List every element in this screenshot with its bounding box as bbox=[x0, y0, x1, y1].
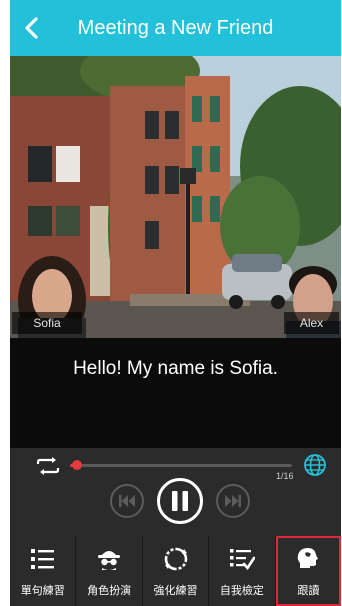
character-label-sofia: Sofia bbox=[12, 312, 82, 334]
spy-icon bbox=[98, 551, 121, 570]
header-bar: Meeting a New Friend bbox=[10, 0, 341, 56]
subtitle-panel: Hello! My name is Sofia. bbox=[10, 338, 341, 448]
tab-self-assessment[interactable]: 自我檢定 bbox=[209, 536, 276, 606]
tab-label: 跟讀 bbox=[297, 585, 320, 597]
progress-knob[interactable] bbox=[71, 460, 82, 470]
skip-next-icon bbox=[225, 495, 241, 507]
chevron-left-icon bbox=[25, 17, 38, 39]
globe-icon bbox=[304, 454, 326, 476]
tab-shadow-reading[interactable]: 跟讀 bbox=[275, 536, 341, 606]
repeat-button[interactable] bbox=[34, 456, 62, 476]
repeat-icon bbox=[36, 457, 60, 475]
tab-label: 強化練習 bbox=[153, 585, 198, 597]
character-label-alex: Alex bbox=[284, 312, 339, 334]
audio-player: 1/16 bbox=[10, 448, 341, 536]
tab-role-play[interactable]: 角色扮演 bbox=[76, 536, 143, 606]
tab-label: 角色扮演 bbox=[87, 585, 132, 597]
checklist-icon bbox=[229, 549, 255, 571]
speaking-head-icon bbox=[298, 548, 319, 568]
pause-button[interactable] bbox=[157, 478, 203, 524]
tab-intensive-practice[interactable]: 強化練習 bbox=[143, 536, 210, 606]
cycle-icon bbox=[164, 547, 187, 571]
page-counter: 1/16 bbox=[276, 471, 294, 481]
page-title: Meeting a New Friend bbox=[77, 16, 274, 39]
back-button[interactable] bbox=[14, 10, 50, 46]
tab-label: 自我檢定 bbox=[219, 585, 264, 597]
previous-button[interactable] bbox=[110, 484, 144, 518]
tab-label: 單句練習 bbox=[20, 585, 65, 597]
list-icon bbox=[30, 549, 54, 569]
bottom-tab-bar: 單句練習 角色扮演 強化練習 自我檢定 跟讀 bbox=[10, 536, 341, 606]
scene-image: Sofia Alex bbox=[10, 56, 341, 338]
subtitle-text: Hello! My name is Sofia. bbox=[73, 358, 278, 379]
skip-previous-icon bbox=[119, 495, 135, 507]
next-button[interactable] bbox=[216, 484, 250, 518]
progress-slider[interactable] bbox=[70, 460, 292, 470]
pause-icon bbox=[172, 491, 188, 511]
translation-button[interactable] bbox=[303, 453, 327, 477]
app-frame: Meeting a New Friend Sofia Alex Hello! M… bbox=[10, 0, 341, 606]
street-scene-illustration bbox=[10, 56, 341, 338]
tab-sentence-practice[interactable]: 單句練習 bbox=[10, 536, 77, 606]
